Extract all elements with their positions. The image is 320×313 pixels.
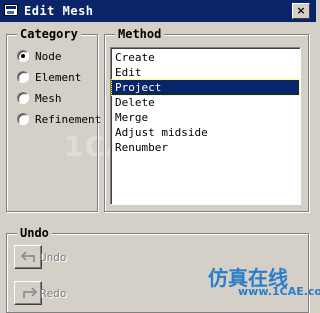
- radio-refinement-label: Refinement: [35, 112, 102, 126]
- branding-url: www.1CAE.com: [238, 285, 320, 298]
- list-item-project[interactable]: Project: [111, 79, 300, 96]
- list-item-merge[interactable]: Merge: [112, 110, 299, 125]
- list-item-adjust-midside[interactable]: Adjust midside: [112, 125, 299, 140]
- undo-group-label: Undo: [17, 226, 52, 240]
- radio-mesh-button[interactable]: [17, 92, 29, 104]
- app-icon: [4, 4, 18, 16]
- title-bar: Edit Mesh ×: [0, 0, 316, 22]
- radio-element[interactable]: Element: [17, 69, 81, 85]
- redo-icon: [23, 287, 38, 298]
- undo-icon: [20, 251, 35, 262]
- redo-button[interactable]: [14, 281, 42, 305]
- radio-node-button[interactable]: [17, 50, 29, 62]
- redo-label: Redo: [40, 287, 67, 300]
- list-item-edit[interactable]: Edit: [112, 65, 299, 80]
- window-title: Edit Mesh: [24, 4, 94, 18]
- radio-mesh[interactable]: Mesh: [17, 90, 62, 106]
- list-item-create[interactable]: Create: [112, 50, 299, 65]
- category-group-label: Category: [17, 27, 81, 41]
- radio-refinement[interactable]: Refinement: [17, 111, 101, 127]
- radio-node[interactable]: Node: [17, 48, 62, 64]
- radio-node-label: Node: [35, 49, 62, 63]
- category-group: Category Node Element Mesh Refinement: [6, 27, 101, 212]
- undo-label: Undo: [40, 251, 67, 264]
- list-item-delete[interactable]: Delete: [112, 95, 299, 110]
- undo-button[interactable]: [14, 245, 42, 269]
- radio-refinement-button[interactable]: [17, 113, 29, 125]
- radio-mesh-label: Mesh: [35, 91, 62, 105]
- close-button[interactable]: ×: [292, 3, 310, 19]
- method-listbox[interactable]: Create Edit Project Delete Merge Adjust …: [110, 47, 301, 205]
- radio-element-label: Element: [35, 70, 82, 84]
- method-group-label: Method: [115, 27, 165, 41]
- radio-element-button[interactable]: [17, 71, 29, 83]
- list-item-renumber[interactable]: Renumber: [112, 140, 299, 155]
